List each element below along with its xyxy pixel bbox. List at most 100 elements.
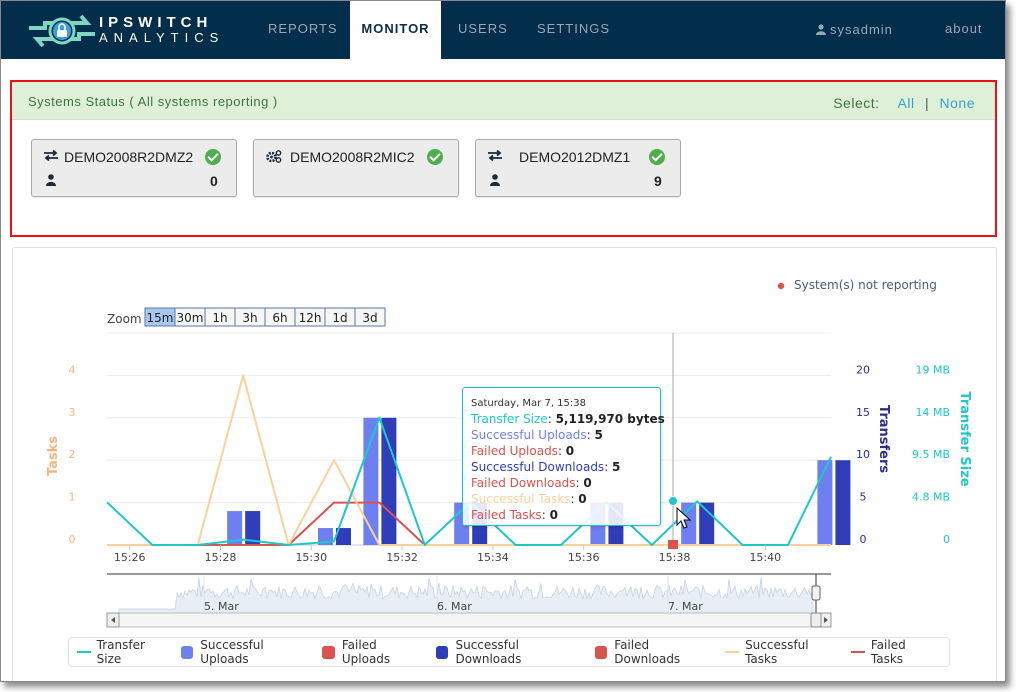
legend-box-swatch xyxy=(435,645,449,659)
navigator-date-label: 7. Mar xyxy=(668,600,703,613)
tooltip-row-value: 5 xyxy=(594,428,603,442)
transfers-tick-label: 20 xyxy=(856,363,870,376)
legend-label: Successful Tasks xyxy=(745,638,809,666)
transfer-size-tick-label: 4.8 MB xyxy=(912,491,950,504)
navigator-date-label: 6. Mar xyxy=(437,600,472,613)
tasks-tick-label: 0 xyxy=(69,533,76,546)
tooltip-row: Failed Downloads: 0 xyxy=(471,476,592,490)
x-tick-label: 15:32 xyxy=(386,551,418,564)
navigator-scrollbar-track[interactable] xyxy=(106,612,832,628)
legend-item-failed-tasks[interactable]: Failed Tasks xyxy=(851,638,940,666)
x-tick-label: 15:38 xyxy=(659,551,691,564)
transfers-tick-label: 15 xyxy=(856,406,870,419)
tooltip-row-value: 5 xyxy=(612,460,621,474)
monitor-chart: System(s) not reporting Zoom 15m 30m 1h 3h 6… xyxy=(46,278,972,628)
tooltip-row-label: Successful Uploads xyxy=(471,428,587,442)
tooltip-row-value: 0 xyxy=(578,492,587,506)
x-tick-label: 15:30 xyxy=(295,551,327,564)
tooltip-row-label: Successful Downloads xyxy=(471,460,605,474)
zoom-button-12h[interactable]: 12h xyxy=(294,307,326,327)
tooltip-row-value: 5,119,970 bytes xyxy=(555,412,665,426)
tooltip-row-label: Failed Downloads xyxy=(471,476,576,490)
scrollbar-thumb[interactable] xyxy=(810,612,822,628)
bar-successful-uploads[interactable] xyxy=(817,460,833,545)
tasks-axis: 0 1 2 3 4 xyxy=(69,363,76,546)
tooltip-row-label: Failed Uploads xyxy=(471,444,558,458)
transfer-size-tick-label: 9.5 MB xyxy=(912,448,950,461)
legend-line-swatch xyxy=(725,651,740,653)
zoom-button-1d[interactable]: 1d xyxy=(324,307,356,327)
legend-item-successful-downloads[interactable]: Successful Downloads xyxy=(435,638,586,666)
zoom-button-label: 1d xyxy=(332,311,347,325)
zoom-button-label: 1h xyxy=(212,311,227,325)
zoom-button-3h[interactable]: 3h xyxy=(234,307,266,327)
zoom-button-3d[interactable]: 3d xyxy=(354,307,386,327)
legend-line-swatch xyxy=(77,651,91,653)
x-tick-label: 15:26 xyxy=(114,551,146,564)
legend-box-swatch xyxy=(322,645,335,659)
tasks-tick-label: 1 xyxy=(69,491,76,504)
transfers-tick-label: 0 xyxy=(860,533,867,546)
tooltip-row: Successful Tasks: 0 xyxy=(471,492,587,506)
legend-label: Successful Uploads xyxy=(200,638,264,666)
tooltip-date: Saturday, Mar 7, 15:38 xyxy=(471,398,587,409)
navigator-date-label: 5. Mar xyxy=(204,600,239,613)
tasks-tick-label: 3 xyxy=(69,406,76,419)
tooltip-row: Failed Uploads: 0 xyxy=(471,444,575,458)
tooltip-row-value: 0 xyxy=(549,508,559,522)
zoom-button-label: 3h xyxy=(242,311,257,325)
tooltip-row-label: Successful Tasks xyxy=(471,492,571,506)
x-tick-label: 15:34 xyxy=(477,551,509,564)
tasks-tick-label: 2 xyxy=(69,448,76,461)
zoom-button-30m[interactable]: 30m xyxy=(174,307,206,327)
hover-failed-marker xyxy=(668,540,678,549)
legend-label: Successful Downloads xyxy=(455,638,522,666)
bar-successful-downloads[interactable] xyxy=(699,502,715,545)
not-reporting-label: System(s) not reporting xyxy=(794,278,937,292)
legend-item-failed-uploads[interactable]: Failed Uploads xyxy=(322,638,427,666)
tooltip-row-value: 0 xyxy=(583,476,592,490)
bar-successful-downloads[interactable] xyxy=(381,417,397,545)
tooltip-row-label: Failed Tasks xyxy=(471,508,542,522)
x-tick-label: 15:40 xyxy=(749,551,781,564)
zoom-button-1h[interactable]: 1h xyxy=(204,307,236,327)
zoom-button-label: 30m xyxy=(177,311,204,325)
zoom-button-label: 12h xyxy=(299,311,322,325)
tooltip-row: Transfer Size: 5,119,970 bytes xyxy=(471,412,665,426)
legend-box-swatch xyxy=(180,645,194,659)
zoom-button-group: 15m 30m 1h 3h 6h 12h 1d 3d xyxy=(144,307,386,327)
zoom-label: Zoom xyxy=(107,312,142,326)
zoom-button-label: 6h xyxy=(272,311,287,325)
transfers-tick-label: 5 xyxy=(860,491,867,504)
legend-line-swatch xyxy=(851,651,865,653)
x-tick-label: 15:36 xyxy=(568,551,600,564)
transfer-size-tick-label: 0 xyxy=(943,533,950,546)
time-navigator[interactable]: 5. Mar 6. Mar 7. Mar xyxy=(106,573,832,628)
legend-item-failed-downloads[interactable]: Failed Downloads xyxy=(594,638,717,666)
tooltip-row-value: 0 xyxy=(565,444,575,458)
bar-successful-downloads[interactable] xyxy=(835,460,851,545)
chart-tooltip: Saturday, Mar 7, 15:38 Transfer Size: 5,… xyxy=(462,387,665,526)
zoom-button-15m[interactable]: 15m xyxy=(144,307,176,327)
tooltip-row: Failed Tasks: 0 xyxy=(471,508,559,522)
tooltip-row-label: Transfer Size xyxy=(471,412,548,426)
tooltip-row: Successful Uploads: 5 xyxy=(471,428,603,442)
transfer-size-axis-title: Transfer Size xyxy=(957,391,972,486)
legend-item-successful-uploads[interactable]: Successful Uploads xyxy=(180,638,314,666)
zoom-button-label: 15m xyxy=(147,311,174,325)
zoom-button-6h[interactable]: 6h xyxy=(264,307,296,327)
transfers-axis: 0 5 10 15 20 xyxy=(856,363,870,546)
legend-label: Failed Downloads xyxy=(614,638,681,666)
legend-item-transfer-size[interactable]: Transfer Size xyxy=(77,638,172,666)
time-axis: 15:26 15:28 15:30 15:32 15:34 15:36 15:38 15:40 xyxy=(114,545,781,564)
hover-point-marker xyxy=(668,496,678,506)
legend-item-successful-tasks[interactable]: Successful Tasks xyxy=(725,638,842,666)
tasks-tick-label: 4 xyxy=(69,363,76,376)
transfers-tick-label: 10 xyxy=(856,448,870,461)
navigator-handle[interactable] xyxy=(811,585,821,601)
bar-successful-uploads[interactable] xyxy=(363,417,379,545)
legend-label: Transfer Size xyxy=(96,638,145,666)
not-reporting-dot-icon xyxy=(777,282,785,290)
legend-label: Failed Uploads xyxy=(341,638,391,666)
transfer-size-tick-label: 19 MB xyxy=(915,363,950,376)
